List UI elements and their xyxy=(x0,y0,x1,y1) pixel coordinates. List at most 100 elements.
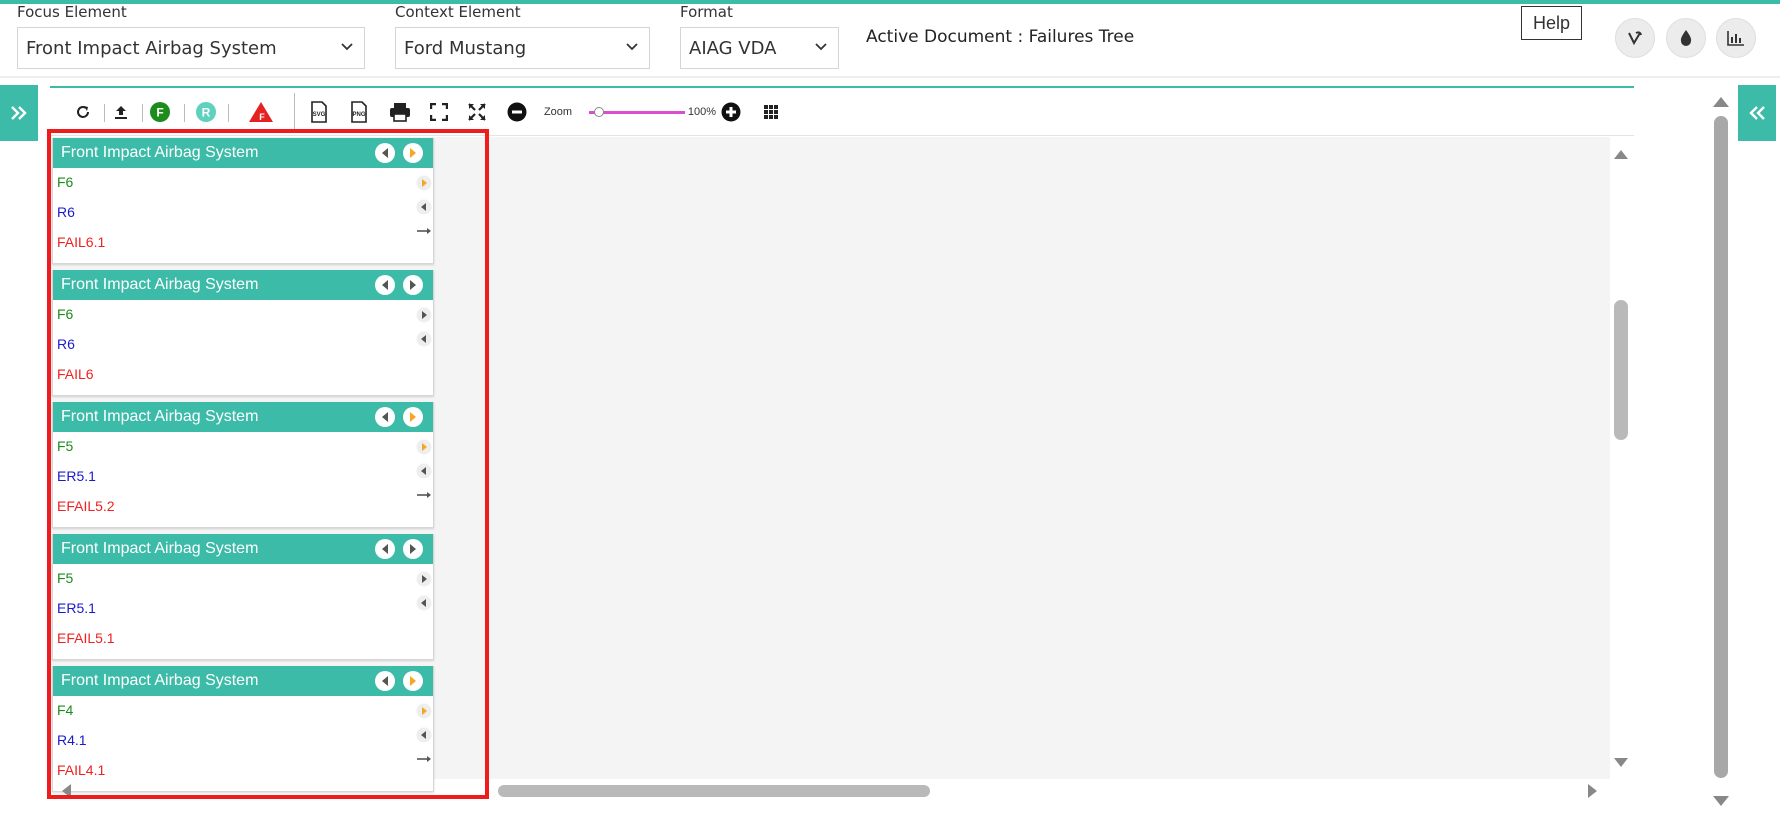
previous-node-button[interactable] xyxy=(375,539,395,559)
arrow-right-icon xyxy=(416,571,432,587)
requirement-label[interactable]: R6 xyxy=(57,204,75,220)
expand-right-button[interactable] xyxy=(415,174,433,192)
next-node-button[interactable] xyxy=(403,407,423,427)
scroll-up-icon[interactable] xyxy=(1614,150,1628,159)
r-circle-label: R xyxy=(202,106,211,120)
requirement-label[interactable]: ER5.1 xyxy=(57,600,96,616)
scroll-down-icon[interactable] xyxy=(1614,758,1628,767)
function-label[interactable]: F5 xyxy=(57,438,73,454)
zoom-slider-thumb[interactable] xyxy=(593,107,604,117)
page-vertical-scrollbar[interactable] xyxy=(1714,116,1728,778)
failure-filter-button[interactable]: F xyxy=(248,100,274,124)
tree-node-header: Front Impact Airbag System xyxy=(53,138,433,168)
next-node-button[interactable] xyxy=(403,143,423,163)
next-node-button[interactable] xyxy=(403,671,423,691)
grid-view-button[interactable] xyxy=(760,100,782,124)
arrow-right-icon xyxy=(410,544,416,554)
previous-node-button[interactable] xyxy=(375,671,395,691)
context-element-select[interactable]: Ford Mustang xyxy=(395,27,650,69)
zoom-in-button[interactable] xyxy=(720,100,742,124)
zoom-slider[interactable] xyxy=(589,100,685,124)
next-node-button[interactable] xyxy=(403,539,423,559)
focus-element-select[interactable]: Front Impact Airbag System xyxy=(17,27,365,69)
link-arrow-button[interactable] xyxy=(415,486,433,504)
arrow-right-icon xyxy=(416,703,432,719)
expand-right-button[interactable] xyxy=(415,570,433,588)
function-label[interactable]: F5 xyxy=(57,570,73,586)
page-scroll-down-icon[interactable] xyxy=(1713,796,1729,806)
diagram-toolbar: F R F SVG PNG Zoom 100% xyxy=(50,88,1634,136)
arrow-left-icon xyxy=(382,280,388,290)
previous-node-button[interactable] xyxy=(375,143,395,163)
top-accent-line xyxy=(0,0,1780,4)
function-label[interactable]: F4 xyxy=(57,702,73,718)
tree-node-card[interactable]: Front Impact Airbag System F5 ER5.1 EFAI… xyxy=(52,534,434,660)
upload-button[interactable] xyxy=(110,100,132,124)
requirement-label[interactable]: R6 xyxy=(57,336,75,352)
scroll-right-icon[interactable] xyxy=(1588,784,1597,798)
function-filter-button[interactable]: F xyxy=(149,100,171,124)
requirement-label[interactable]: ER5.1 xyxy=(57,468,96,484)
failure-label[interactable]: FAIL6 xyxy=(57,366,94,382)
double-chevron-left-icon xyxy=(1749,106,1765,120)
export-svg-button[interactable]: SVG xyxy=(308,100,330,124)
format-select[interactable]: AIAG VDA xyxy=(680,27,839,69)
help-button[interactable]: Help xyxy=(1521,6,1582,40)
fit-screen-button[interactable] xyxy=(428,100,450,124)
export-png-button[interactable]: PNG xyxy=(348,100,370,124)
link-arrow-button[interactable] xyxy=(415,750,433,768)
theme-button[interactable] xyxy=(1666,18,1706,58)
context-element-label: Context Element xyxy=(395,3,521,21)
long-arrow-right-icon xyxy=(417,756,431,762)
expand-left-button[interactable] xyxy=(415,594,433,612)
chevron-down-icon xyxy=(815,43,827,51)
chart-button[interactable] xyxy=(1716,18,1756,58)
fullscreen-button[interactable] xyxy=(466,100,488,124)
expand-right-button[interactable] xyxy=(415,438,433,456)
page-scroll-up-icon[interactable] xyxy=(1713,97,1729,107)
minus-circle-icon xyxy=(507,102,527,122)
link-arrow-button[interactable] xyxy=(415,222,433,240)
tree-node-card[interactable]: Front Impact Airbag System F5 ER5.1 EFAI… xyxy=(52,402,434,528)
failure-label[interactable]: EFAIL5.2 xyxy=(57,498,115,514)
f-circle-label: F xyxy=(156,106,163,120)
active-document-label: Active Document : Failures Tree xyxy=(866,27,1135,47)
failure-label[interactable]: FAIL6.1 xyxy=(57,234,105,250)
next-node-button[interactable] xyxy=(403,275,423,295)
print-button[interactable] xyxy=(388,100,412,124)
fit-screen-icon xyxy=(430,103,448,121)
diagram-horizontal-scrollbar[interactable] xyxy=(498,785,930,797)
tree-node-card[interactable]: Front Impact Airbag System F4 R4.1 FAIL4… xyxy=(52,666,434,792)
requirement-label[interactable]: R4.1 xyxy=(57,732,87,748)
refresh-icon xyxy=(77,106,89,118)
header-divider xyxy=(0,76,1780,78)
previous-node-button[interactable] xyxy=(375,275,395,295)
previous-node-button[interactable] xyxy=(375,407,395,427)
expand-left-button[interactable] xyxy=(415,330,433,348)
zoom-label: Zoom xyxy=(543,106,573,118)
zoom-out-button[interactable] xyxy=(506,100,528,124)
expand-right-button[interactable] xyxy=(415,306,433,324)
refresh-button[interactable] xyxy=(72,100,94,124)
function-label[interactable]: F6 xyxy=(57,174,73,190)
expand-right-button[interactable] xyxy=(415,702,433,720)
vine-button[interactable] xyxy=(1615,18,1655,58)
expand-left-button[interactable] xyxy=(415,198,433,216)
arrow-right-icon xyxy=(416,307,432,323)
context-element-value: Ford Mustang xyxy=(404,38,527,59)
tree-node-card[interactable]: Front Impact Airbag System F6 R6 FAIL6.1 xyxy=(52,138,434,264)
function-label[interactable]: F6 xyxy=(57,306,73,322)
chevron-down-icon xyxy=(341,43,353,51)
diagram-vertical-scrollbar[interactable] xyxy=(1614,300,1628,440)
expand-right-panel-button[interactable] xyxy=(1738,85,1776,141)
expand-left-panel-button[interactable] xyxy=(0,85,38,141)
failure-label[interactable]: FAIL4.1 xyxy=(57,762,105,778)
requirement-filter-button[interactable]: R xyxy=(195,100,217,124)
toolbar-divider xyxy=(142,104,143,122)
expand-left-button[interactable] xyxy=(415,726,433,744)
scroll-left-icon[interactable] xyxy=(62,784,71,798)
png-file-label: PNG xyxy=(352,112,365,118)
expand-left-button[interactable] xyxy=(415,462,433,480)
failure-label[interactable]: EFAIL5.1 xyxy=(57,630,115,646)
tree-node-card[interactable]: Front Impact Airbag System F6 R6 FAIL6 xyxy=(52,270,434,396)
